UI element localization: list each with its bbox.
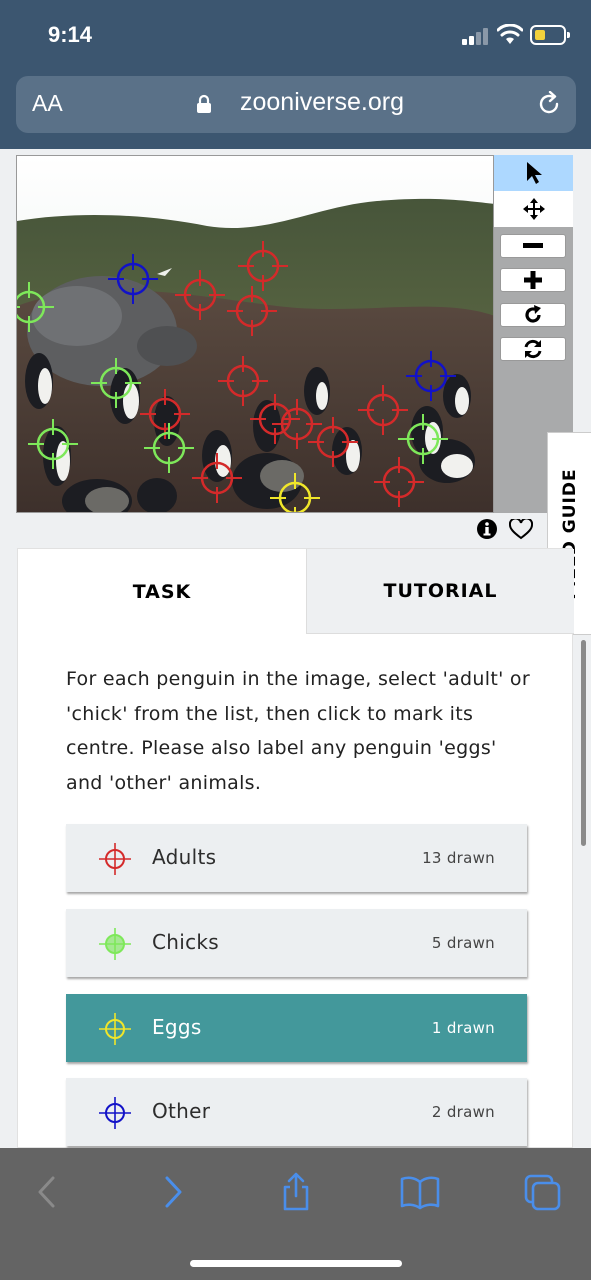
task-instructions: For each penguin in the image, select 'a… [66, 668, 530, 794]
status-time: 9:14 [48, 22, 93, 47]
tool-label: Other [152, 1099, 211, 1123]
move-tool-button[interactable] [494, 191, 573, 227]
crosshair-icon [99, 1013, 131, 1045]
wifi-icon [497, 24, 523, 44]
task-panel: TASK TUTORIAL For each penguin in the im… [17, 548, 574, 1148]
share-icon[interactable] [276, 1172, 316, 1212]
tabs-icon[interactable] [522, 1172, 562, 1212]
forward-icon[interactable] [152, 1172, 192, 1212]
zoom-out-button[interactable] [500, 234, 566, 258]
zoom-in-button[interactable] [500, 268, 566, 292]
tool-chicks[interactable]: Chicks 5 drawn [66, 909, 527, 977]
zoom-in-icon [524, 271, 542, 289]
pointer-tool-button[interactable] [494, 155, 573, 191]
crosshair-icon [99, 928, 131, 960]
crosshair-icon [99, 843, 131, 875]
lock-icon [197, 94, 211, 113]
cellular-signal-icon [462, 28, 490, 45]
tab-tutorial[interactable]: TUTORIAL [306, 549, 574, 634]
text-size-button[interactable]: AA [32, 90, 63, 117]
url-text[interactable]: zooniverse.org [240, 88, 404, 117]
pointer-icon [526, 162, 542, 184]
reset-icon [524, 339, 542, 359]
favourite-heart-icon[interactable] [509, 519, 533, 540]
tool-adults[interactable]: Adults 13 drawn [66, 824, 527, 892]
back-icon[interactable] [28, 1172, 68, 1212]
page-scrollbar[interactable] [581, 640, 586, 846]
home-indicator[interactable] [190, 1260, 402, 1267]
tool-count: 13 drawn [422, 849, 495, 867]
move-icon [522, 198, 545, 220]
crosshair-icon [99, 1097, 131, 1129]
browser-address-area: AA zooniverse.org [0, 75, 591, 149]
zoom-out-icon [523, 243, 543, 248]
tool-label: Adults [152, 845, 217, 869]
tool-count: 2 drawn [431, 1103, 495, 1121]
tool-count: 1 drawn [431, 1019, 495, 1037]
tool-other[interactable]: Other 2 drawn [66, 1078, 527, 1146]
address-bar[interactable]: AA zooniverse.org [16, 76, 576, 133]
tab-task[interactable]: TASK [18, 549, 306, 634]
rotate-icon [525, 305, 541, 323]
battery-icon [530, 25, 570, 45]
subject-actions [474, 516, 554, 544]
status-bar: 9:14 [0, 0, 591, 75]
tool-label: Chicks [152, 930, 219, 954]
tool-count: 5 drawn [431, 934, 495, 952]
tool-eggs[interactable]: Eggs 1 drawn [66, 994, 527, 1062]
reset-button[interactable] [500, 337, 566, 361]
info-icon[interactable] [476, 518, 498, 540]
tool-label: Eggs [152, 1015, 202, 1039]
subject-image[interactable] [16, 155, 494, 513]
reload-icon[interactable] [536, 91, 562, 117]
rotate-button[interactable] [500, 303, 566, 327]
bookmarks-icon[interactable] [400, 1172, 440, 1212]
